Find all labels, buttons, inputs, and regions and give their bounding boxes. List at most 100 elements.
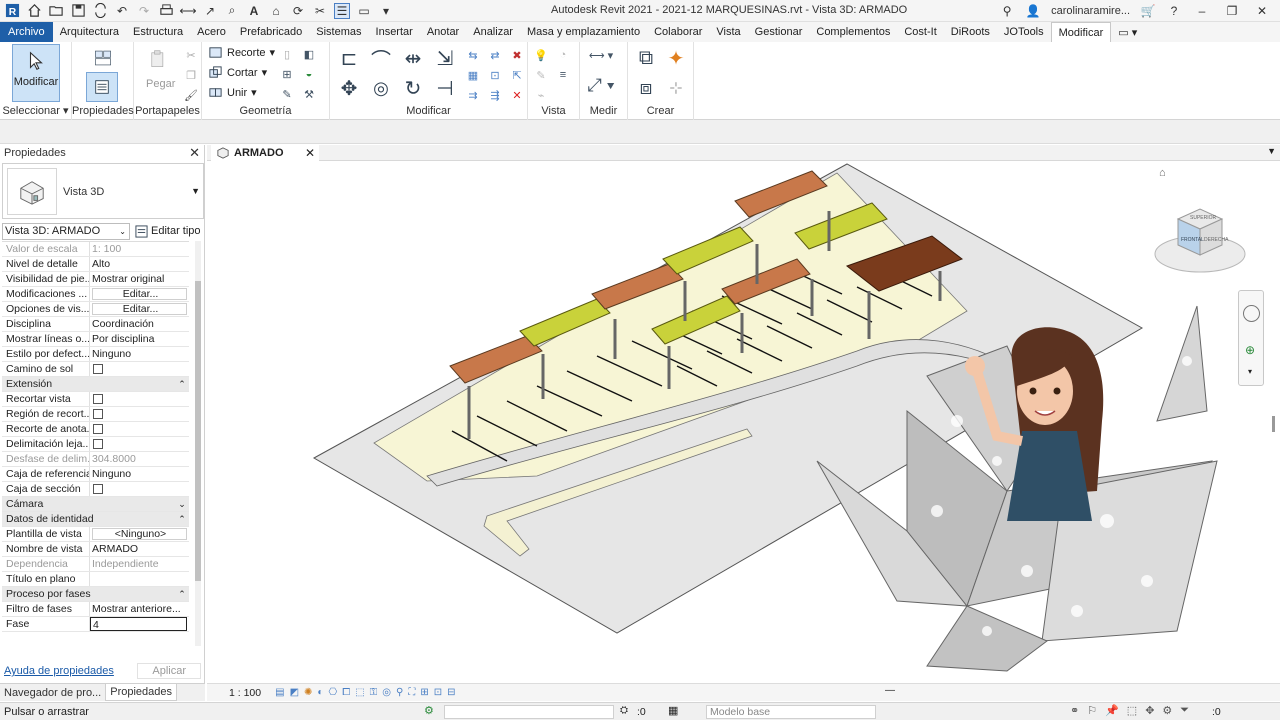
tab-cost-it[interactable]: Cost-It	[897, 22, 943, 42]
tab-project-browser[interactable]: Navegador de pro...	[0, 684, 105, 701]
move-icon[interactable]: ✥	[336, 76, 362, 100]
checkbox[interactable]	[93, 394, 103, 404]
editing-requests-icon[interactable]: ⛭	[620, 705, 628, 716]
tab-jotools[interactable]: JOTools	[997, 22, 1051, 42]
collapse-icon[interactable]: ⌃	[175, 377, 189, 391]
property-value[interactable]: Alto	[90, 257, 189, 271]
expand-icon[interactable]: ⌄	[175, 497, 189, 511]
tab-arquitectura[interactable]: Arquitectura	[53, 22, 126, 42]
offset-icon[interactable]: ⌒	[368, 46, 394, 72]
drawing-canvas[interactable]: ⌂ SUPERIOR FRONTAL DERECHA ⊕ ▾	[207, 161, 1280, 682]
copy-element-icon[interactable]: ◎	[368, 76, 394, 100]
view-paint-icon[interactable]: ⌁	[532, 86, 550, 104]
trim-single-icon[interactable]: ⇶	[486, 86, 504, 104]
undo-icon[interactable]: ↶	[114, 3, 130, 19]
properties-palette-icon[interactable]	[86, 72, 118, 102]
collapse-icon[interactable]: ⌃	[175, 512, 189, 526]
save-icon[interactable]	[70, 3, 86, 19]
tab-acero[interactable]: Acero	[190, 22, 233, 42]
tab-vista[interactable]: Vista	[709, 22, 747, 42]
tab-properties[interactable]: Propiedades	[105, 684, 178, 701]
search-icon[interactable]: ⚲	[999, 3, 1015, 19]
split-face-icon[interactable]: ⊞	[278, 65, 296, 83]
viewcube-top-label[interactable]: SUPERIOR	[1190, 215, 1216, 221]
thin-lines-icon[interactable]: ✂	[312, 3, 328, 19]
viewcube-home-icon[interactable]: ⌂	[1159, 167, 1166, 179]
rotate-icon[interactable]: ↻	[400, 76, 426, 100]
tab-modificar[interactable]: Modificar	[1050, 22, 1112, 42]
wall-joins-icon[interactable]: ▯	[278, 45, 296, 63]
join-button[interactable]: Unir ▾	[208, 85, 257, 100]
align-icon[interactable]: ⊏	[336, 46, 362, 70]
checkbox[interactable]	[93, 484, 103, 494]
linework-icon[interactable]: ✎	[532, 66, 550, 84]
property-value[interactable]: Ninguno	[90, 467, 189, 481]
mirror-draw-icon[interactable]: ⇲	[432, 46, 458, 70]
tab-analizar[interactable]: Analizar	[466, 22, 520, 42]
panel-label-select[interactable]: Seleccionar ▾	[0, 104, 71, 117]
render-icon[interactable]: ⎔	[328, 687, 337, 698]
home-icon[interactable]	[26, 3, 42, 19]
chevron-down-icon[interactable]: ▼	[191, 186, 200, 196]
property-edit-button[interactable]: Editar...	[92, 288, 187, 300]
viewcube-right-label[interactable]: DERECHA	[1204, 237, 1228, 243]
tab-masa-y-emplazamiento[interactable]: Masa y emplazamiento	[520, 22, 647, 42]
property-value[interactable]: Mostrar original	[90, 272, 189, 286]
redo-icon[interactable]: ↷	[136, 3, 152, 19]
demolish-icon[interactable]: ✎	[278, 85, 296, 103]
tab-estructura[interactable]: Estructura	[126, 22, 190, 42]
cut-profile-icon[interactable]: ◧	[300, 45, 318, 63]
filter-icon[interactable]: ⏷	[1180, 704, 1189, 717]
tab-sistemas[interactable]: Sistemas	[309, 22, 368, 42]
tab-colaborar[interactable]: Colaborar	[647, 22, 709, 42]
reveal-hidden-icon[interactable]: ⚲	[396, 687, 403, 698]
checkbox[interactable]	[93, 424, 103, 434]
print-icon[interactable]	[158, 3, 174, 19]
close-icon[interactable]: ✕	[189, 145, 200, 161]
show-crop-icon[interactable]: ⬚	[355, 687, 364, 698]
zoom-region-icon[interactable]: ⊕	[1245, 343, 1255, 357]
unlock-3d-icon[interactable]: ⚿	[370, 687, 378, 698]
property-scrollbar[interactable]	[195, 241, 201, 646]
minimize-button[interactable]: –	[1192, 4, 1212, 18]
cope-button[interactable]: Recorte ▾	[208, 45, 275, 60]
temp-hide-icon[interactable]: ◎	[382, 687, 391, 698]
property-value[interactable]	[90, 572, 189, 586]
design-option-field[interactable]: Modelo base	[706, 705, 876, 719]
checkbox[interactable]	[93, 439, 103, 449]
property-checkbox[interactable]	[90, 392, 189, 406]
shadows-icon[interactable]: ◐	[317, 687, 323, 698]
crop-view-icon[interactable]: ⧠	[342, 687, 350, 698]
highlight-displacement-icon[interactable]: ⊡	[434, 687, 442, 698]
cart-icon[interactable]: 🛒	[1140, 3, 1156, 19]
view-scale[interactable]: 1 : 100	[229, 687, 261, 699]
close-button[interactable]: ✕	[1252, 4, 1272, 18]
tab-gestionar[interactable]: Gestionar	[748, 22, 810, 42]
view-instance-select[interactable]: Vista 3D: ARMADO ⌄	[2, 222, 130, 240]
property-checkbox[interactable]	[90, 437, 189, 451]
property-value[interactable]: Por disciplina	[90, 332, 189, 346]
close-hidden-windows-icon[interactable]: ☰	[334, 2, 350, 19]
background-process-icon[interactable]: ⚙	[1162, 704, 1172, 717]
delete-icon[interactable]: ✕	[508, 86, 526, 104]
select-underlay-icon[interactable]: ⚐	[1087, 704, 1097, 717]
property-checkbox[interactable]	[90, 362, 189, 376]
revit-app-icon[interactable]: R	[4, 3, 20, 19]
model-view[interactable]	[207, 161, 1280, 682]
thin-lines-view-icon[interactable]: ≡	[554, 66, 572, 84]
checkbox[interactable]	[93, 409, 103, 419]
sync-icon[interactable]	[92, 3, 108, 19]
tab-insertar[interactable]: Insertar	[369, 22, 420, 42]
create-assembly-icon[interactable]: ⧉	[634, 46, 658, 70]
property-value[interactable]: Mostrar anteriore...	[90, 602, 189, 616]
section-icon[interactable]: ⟳	[290, 3, 306, 19]
canvas-scrollbar[interactable]	[1272, 416, 1275, 432]
paste-icon[interactable]	[146, 46, 170, 72]
user-name[interactable]: carolinaramire...	[1051, 5, 1130, 17]
property-value[interactable]: Ninguno	[90, 347, 189, 361]
unpin-icon[interactable]: ✖	[508, 46, 526, 64]
type-selector[interactable]: Vista 3D ▼	[2, 163, 204, 219]
select-pinned-icon[interactable]: 📌	[1105, 704, 1119, 717]
trim-multiple-icon[interactable]: ⇉	[464, 86, 482, 104]
dimension-icon[interactable]: ↗	[202, 3, 218, 19]
